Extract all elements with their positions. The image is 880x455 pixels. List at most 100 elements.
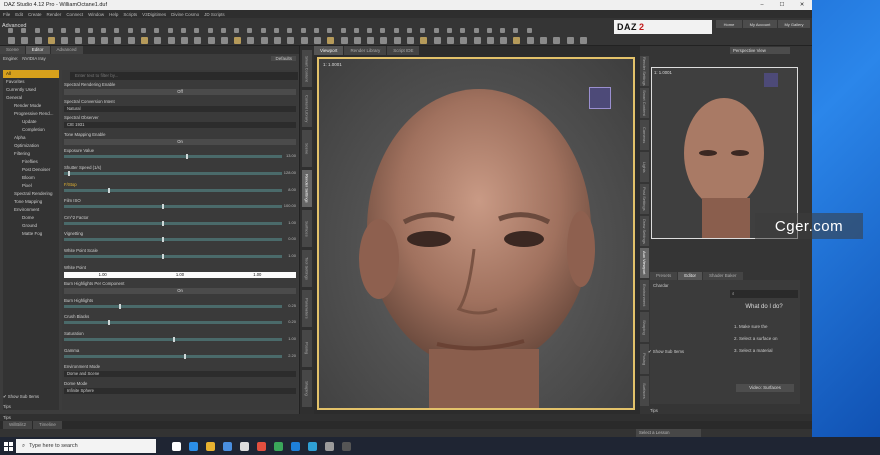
toolbar-tool-icon[interactable] (101, 28, 107, 33)
menu-jd-scripts[interactable]: JD Scripts (204, 12, 225, 17)
toolbar-tool-icon[interactable] (353, 37, 361, 44)
filter-search-input[interactable]: Enter text to filter by... (70, 72, 298, 80)
slider-knob[interactable] (107, 187, 110, 193)
edge-icon[interactable] (189, 441, 198, 451)
app-icon-gray[interactable] (325, 441, 334, 451)
toolbar-tool-icon[interactable] (486, 37, 494, 44)
property-slider[interactable] (64, 220, 282, 226)
toolbar-tool-icon[interactable] (21, 28, 27, 33)
property-value[interactable]: 128.00 (284, 170, 296, 175)
chrome-icon[interactable] (257, 441, 266, 451)
property-toggle[interactable]: On (64, 288, 296, 295)
property-toggle[interactable]: Off (64, 89, 296, 95)
toolbar-tool-icon[interactable] (247, 37, 255, 44)
toolbar-tool-icon[interactable] (34, 28, 40, 33)
taskbar-search-input[interactable]: ⌕ Type here to search (16, 439, 156, 453)
vertical-tab-right[interactable]: Environment (640, 280, 649, 310)
toolbar-tool-icon[interactable] (460, 37, 468, 44)
vertical-tab[interactable]: Shaping (302, 370, 312, 407)
defaults-button[interactable]: Defaults (271, 55, 296, 61)
slider-knob[interactable] (68, 170, 71, 176)
video-surfaces-button[interactable]: Video: Surfaces (736, 384, 794, 392)
maximize-button[interactable]: ☐ (772, 2, 792, 8)
category-item[interactable]: Fireflies (3, 158, 59, 166)
my-gallery-button[interactable]: My Gallery (778, 20, 810, 28)
surface-search-icon[interactable]: ⌕ (730, 290, 798, 298)
toolbar-tool-icon[interactable] (47, 37, 55, 44)
toolbar-tool-icon[interactable] (420, 28, 426, 33)
app-icon-green[interactable] (274, 441, 283, 451)
surface-item[interactable]: Chardar (650, 280, 728, 291)
category-item[interactable]: Alpha (3, 134, 59, 142)
slider-knob[interactable] (162, 253, 165, 259)
toolbar-tool-icon[interactable] (8, 28, 13, 33)
property-slider[interactable] (64, 253, 282, 259)
property-value[interactable]: 100.00 (284, 203, 296, 208)
toolbar-tool-icon[interactable] (234, 37, 242, 44)
vertical-tab-right[interactable]: Cameras (640, 120, 649, 150)
toolbar-tool-icon[interactable] (300, 37, 308, 44)
toolbar-tool-icon[interactable] (579, 37, 587, 44)
menu-window[interactable]: Window (88, 12, 104, 17)
property-slider[interactable] (64, 170, 282, 176)
slider-knob[interactable] (107, 320, 110, 326)
toolbar-tool-icon[interactable] (380, 37, 388, 44)
toolbar-tool-icon[interactable] (274, 28, 279, 33)
toolbar-tool-icon[interactable] (473, 28, 479, 33)
property-value[interactable]: 2.20 (288, 353, 296, 358)
toolbar-tool-icon[interactable] (287, 28, 293, 33)
category-item[interactable]: Bloom (3, 174, 59, 182)
toolbar-tool-icon[interactable] (566, 37, 574, 44)
slider-knob[interactable] (183, 353, 186, 359)
toolbar-tool-icon[interactable] (486, 28, 492, 33)
show-sub-items-checkbox-right[interactable]: ✔ Show Sub Items (648, 349, 684, 355)
toolbar-tool-icon[interactable] (407, 37, 414, 44)
toolbar-tool-icon[interactable] (194, 28, 200, 33)
menu-help[interactable]: Help (109, 12, 118, 17)
tab-render-library[interactable]: Render Library (344, 46, 387, 55)
toolbar-tool-icon[interactable] (260, 37, 268, 44)
vertical-tab[interactable]: Render Settings (302, 170, 312, 207)
toolbar-tool-icon[interactable] (101, 37, 109, 44)
toolbar-tool-icon[interactable] (34, 37, 42, 44)
category-item[interactable]: Ground (3, 222, 59, 230)
toolbar-tool-icon[interactable] (61, 28, 67, 33)
vertical-tab[interactable]: Tool Settings (302, 250, 312, 287)
toolbar-tool-icon[interactable] (87, 37, 95, 44)
show-sub-items-checkbox[interactable]: ✔ Show Sub Items (3, 394, 39, 400)
category-item[interactable]: Progressive Rend... (3, 110, 59, 118)
category-item[interactable]: Filtering (3, 150, 59, 158)
category-item[interactable]: Optimization (3, 142, 59, 150)
category-item[interactable]: Completion (3, 126, 59, 134)
toolbar-tool-icon[interactable] (154, 37, 162, 44)
tab-willbilit2[interactable]: WillBilit2 (3, 421, 33, 429)
toolbar-tool-icon[interactable] (194, 37, 202, 44)
tab-viewport[interactable]: Viewport (314, 46, 344, 55)
select-lesson-dropdown[interactable]: Select a Lesson (636, 429, 701, 437)
toolbar-tool-icon[interactable] (380, 28, 386, 33)
property-value[interactable]: 1.00 (288, 220, 296, 225)
vertical-tab[interactable]: Surfaces (302, 210, 312, 247)
toolbar-tool-icon[interactable] (340, 28, 346, 33)
vertical-tab-right[interactable]: Shaping (640, 312, 649, 342)
minimize-button[interactable]: – (752, 2, 772, 8)
vertical-tab-right[interactable]: Render Settings (640, 56, 649, 86)
tab-shader-baker[interactable]: Shader Baker (703, 272, 743, 280)
category-item[interactable]: Currently Used (3, 86, 59, 94)
toolbar-tool-icon[interactable] (446, 37, 454, 44)
toolbar-tool-icon[interactable] (340, 37, 348, 44)
toolbar-tool-icon[interactable] (500, 37, 508, 44)
toolbar-tool-icon[interactable] (180, 28, 186, 33)
toolbar-tool-icon[interactable] (526, 37, 534, 44)
property-value[interactable]: 1.00 (288, 253, 296, 258)
toolbar-tool-icon[interactable] (513, 37, 521, 44)
toolbar-tool-icon[interactable] (74, 28, 80, 33)
task-view-icon[interactable] (172, 441, 181, 451)
toolbar-tool-icon[interactable] (313, 37, 321, 44)
toolbar-tool-icon[interactable] (393, 28, 399, 33)
slider-knob[interactable] (118, 303, 121, 309)
toolbar-tool-icon[interactable] (141, 28, 146, 33)
category-item[interactable]: Post Denoiser (3, 166, 59, 174)
vertical-tab[interactable]: Parameters (302, 290, 312, 327)
store-icon[interactable] (223, 441, 232, 451)
